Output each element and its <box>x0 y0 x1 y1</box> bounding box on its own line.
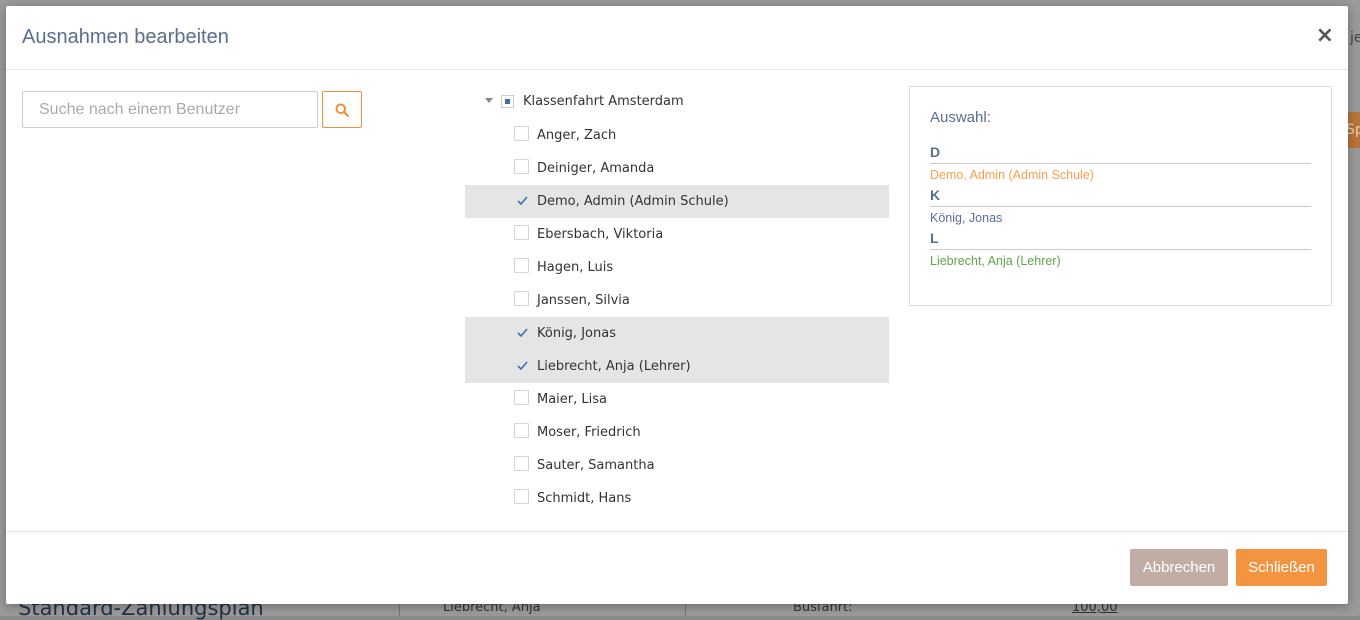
tree-item-label: Ebersbach, Viktoria <box>537 227 664 242</box>
tree-item[interactable]: König, Jonas <box>465 317 889 350</box>
tree-item[interactable]: Deiniger, Amanda <box>465 152 889 185</box>
tree-item-checkbox[interactable] <box>514 225 529 240</box>
tree-root-node: Klassenfahrt Amsterdam <box>465 86 889 119</box>
tree-root-label: Klassenfahrt Amsterdam <box>523 94 684 109</box>
check-icon <box>517 196 528 206</box>
search-button[interactable] <box>322 91 362 128</box>
tree-item-label: Demo, Admin (Admin Schule) <box>537 194 729 209</box>
tree-item-list: Anger, Zach Deiniger, Amanda Demo, Admin (… <box>465 119 889 515</box>
tree-item[interactable]: Ebersbach, Viktoria <box>465 218 889 251</box>
tree-item-checkbox[interactable] <box>514 159 529 174</box>
tree-item-label: Liebrecht, Anja (Lehrer) <box>537 359 691 374</box>
tree-item[interactable]: Janssen, Silvia <box>465 284 889 317</box>
background-text: je <box>1350 30 1360 46</box>
selection-entry: Demo, Admin (Admin Schule) <box>930 168 1094 182</box>
selection-heading: Auswahl: <box>930 109 991 126</box>
tree-item[interactable]: Demo, Admin (Admin Schule) <box>465 185 889 218</box>
user-search-input[interactable] <box>22 91 318 128</box>
tree-item[interactable]: Maier, Lisa <box>465 383 889 416</box>
selection-group-letter: K <box>930 187 1311 207</box>
tree-item-checkbox[interactable] <box>514 192 529 207</box>
caret-down-icon[interactable] <box>485 98 493 103</box>
dialog-header: Ausnahmen bearbeiten × <box>6 6 1348 70</box>
tree-item[interactable]: Hagen, Luis <box>465 251 889 284</box>
selection-group-letter: L <box>930 230 1311 250</box>
close-button[interactable]: Schließen <box>1236 549 1327 586</box>
tree-item-checkbox[interactable] <box>514 456 529 471</box>
tree-item[interactable]: Moser, Friedrich <box>465 416 889 449</box>
dialog-footer: Abbrechen Schließen <box>6 531 1348 605</box>
selection-entry: Liebrecht, Anja (Lehrer) <box>930 254 1061 268</box>
tree-item-label: Anger, Zach <box>537 128 617 143</box>
selection-panel: Auswahl: D Demo, Admin (Admin Schule) K Kön… <box>909 86 1332 306</box>
tree-item-label: Janssen, Silvia <box>537 293 630 308</box>
tree-item-label: Schmidt, Hans <box>537 491 632 506</box>
tree-item[interactable]: Schmidt, Hans <box>465 482 889 515</box>
tree-item-checkbox[interactable] <box>514 258 529 273</box>
tree-item-label: Maier, Lisa <box>537 392 607 407</box>
user-tree: Klassenfahrt Amsterdam Anger, Zach Deinig… <box>465 86 889 515</box>
tree-item-label: Sauter, Samantha <box>537 458 655 473</box>
tree-item-checkbox[interactable] <box>514 324 529 339</box>
tree-item-checkbox[interactable] <box>514 390 529 405</box>
dialog-title: Ausnahmen bearbeiten <box>22 26 229 48</box>
exceptions-dialog: Ausnahmen bearbeiten × Klassenfahrt Amst… <box>6 6 1348 604</box>
tree-item-checkbox[interactable] <box>514 291 529 306</box>
tree-item-checkbox[interactable] <box>514 489 529 504</box>
check-icon <box>517 361 528 371</box>
tree-item-checkbox[interactable] <box>514 423 529 438</box>
tree-item-checkbox[interactable] <box>514 357 529 372</box>
selection-groups: D Demo, Admin (Admin Schule) K König, Jonas… <box>930 144 1311 273</box>
check-icon <box>517 328 528 338</box>
tree-item[interactable]: Liebrecht, Anja (Lehrer) <box>465 350 889 383</box>
tree-item-label: Moser, Friedrich <box>537 425 641 440</box>
tree-item[interactable]: Sauter, Samantha <box>465 449 889 482</box>
tree-item-label: Hagen, Luis <box>537 260 614 275</box>
search-icon <box>335 103 349 117</box>
tree-item-label: König, Jonas <box>537 326 616 341</box>
close-icon[interactable]: × <box>1316 24 1334 48</box>
tree-item-label: Deiniger, Amanda <box>537 161 655 176</box>
tree-root-checkbox[interactable] <box>501 95 514 108</box>
tree-item[interactable]: Anger, Zach <box>465 119 889 152</box>
selection-entry: König, Jonas <box>930 211 1003 225</box>
cancel-button[interactable]: Abbrechen <box>1130 549 1228 586</box>
selection-group-letter: D <box>930 144 1311 164</box>
tree-item-checkbox[interactable] <box>514 126 529 141</box>
